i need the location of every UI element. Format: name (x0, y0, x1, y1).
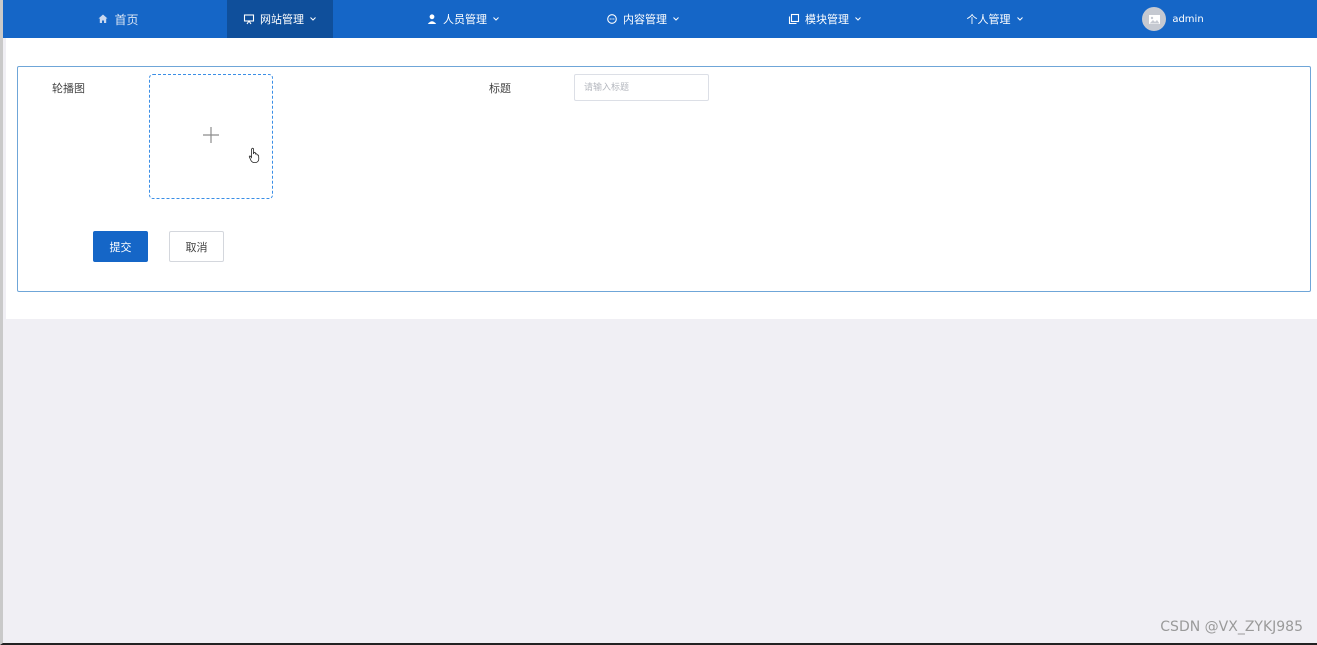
chevron-down-icon (854, 15, 862, 23)
nav-people-label: 人员管理 (443, 13, 487, 26)
app-frame: 首页 网站管理 人员管理 内容管理 模块管理 个人管理 admin 轮播图 标题… (0, 0, 1317, 645)
image-icon (1148, 14, 1160, 24)
copy-icon (788, 13, 800, 25)
nav-module-label: 模块管理 (805, 13, 849, 26)
username: admin (1172, 13, 1204, 25)
chevron-down-icon (492, 15, 500, 23)
submit-button[interactable]: 提交 (93, 231, 148, 262)
title-input[interactable] (574, 74, 709, 101)
nav-personal-management[interactable]: 个人管理 (950, 0, 1040, 38)
title-label: 标题 (489, 82, 511, 95)
nav-content-management[interactable]: 内容管理 (588, 0, 698, 38)
chevron-down-icon (309, 15, 317, 23)
chevron-down-icon (672, 15, 680, 23)
nav-module-management[interactable]: 模块管理 (770, 0, 880, 38)
monitor-icon (243, 13, 255, 25)
user-menu[interactable]: admin (1133, 0, 1213, 38)
chat-icon (606, 13, 618, 25)
cancel-button[interactable]: 取消 (169, 231, 224, 262)
hand-cursor-icon (248, 147, 260, 163)
nav-site-label: 网站管理 (260, 13, 304, 26)
watermark: CSDN @VX_ZYKJ985 (1160, 619, 1303, 635)
nav-home-label: 首页 (114, 12, 139, 27)
carousel-form: 轮播图 标题 提交 取消 (17, 66, 1311, 292)
image-uploader[interactable] (149, 74, 273, 199)
home-icon (97, 13, 109, 25)
nav-home[interactable]: 首页 (73, 0, 163, 38)
nav-site-management[interactable]: 网站管理 (227, 0, 333, 38)
carousel-label: 轮播图 (52, 82, 85, 95)
main-content: 轮播图 标题 提交 取消 (6, 38, 1317, 319)
user-icon (426, 13, 438, 25)
top-navbar: 首页 网站管理 人员管理 内容管理 模块管理 个人管理 admin (3, 0, 1317, 38)
chevron-down-icon (1016, 15, 1024, 23)
plus-icon (202, 126, 220, 148)
avatar (1142, 7, 1167, 31)
nav-personal-label: 个人管理 (966, 13, 1011, 26)
nav-people-management[interactable]: 人员管理 (408, 0, 518, 38)
nav-content-label: 内容管理 (623, 13, 667, 26)
